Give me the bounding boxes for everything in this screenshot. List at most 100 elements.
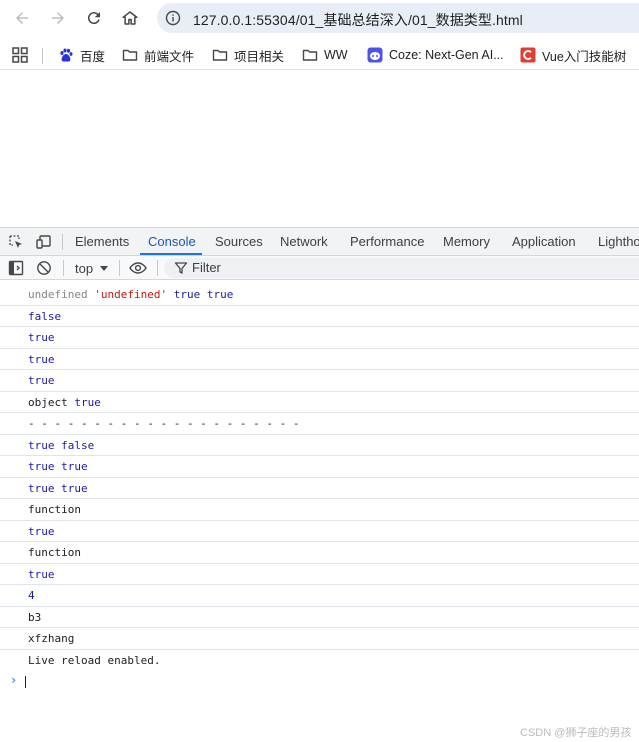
console-value: - - - - - - - - - - - - - - - - - - - - … bbox=[28, 417, 300, 430]
console-input-caret[interactable] bbox=[25, 676, 26, 688]
bookmark-label: 前端文件 bbox=[144, 49, 195, 64]
console-message-row: true bbox=[0, 564, 639, 585]
bookmark-label: WW bbox=[324, 48, 348, 62]
console-message-row: true false bbox=[0, 435, 639, 456]
tab-memory[interactable]: Memory bbox=[443, 234, 490, 249]
console-value: function bbox=[28, 503, 81, 516]
tab-lighthouse[interactable]: Lighthouse bbox=[598, 234, 639, 249]
tab-application[interactable]: Application bbox=[512, 234, 576, 249]
folder-icon bbox=[302, 49, 318, 61]
forward-button[interactable] bbox=[46, 6, 70, 30]
devtools-panel: Elements Console Sources Network Perform… bbox=[0, 227, 639, 742]
console-value: true bbox=[28, 567, 55, 581]
console-message-row: true true bbox=[0, 478, 639, 499]
console-message-row: Live reload enabled. bbox=[0, 650, 639, 672]
browser-toolbar: 127.0.0.1:55304/01_基础总结深入/01_数据类型.html bbox=[0, 0, 639, 36]
filter-input[interactable]: Filter bbox=[164, 258, 639, 278]
console-value: false bbox=[28, 309, 62, 323]
arrow-left-icon bbox=[16, 12, 28, 24]
console-value: undefined bbox=[28, 288, 88, 301]
console-message-row: function bbox=[0, 542, 639, 564]
filter-placeholder: Filter bbox=[192, 260, 221, 275]
tab-network[interactable]: Network bbox=[280, 234, 328, 249]
toolbar-separator bbox=[119, 260, 120, 276]
back-button[interactable] bbox=[10, 6, 34, 30]
device-toolbar-icon[interactable] bbox=[36, 234, 52, 250]
url-text: 127.0.0.1:55304/01_基础总结深入/01_数据类型.html bbox=[193, 12, 523, 28]
console-value: true true bbox=[167, 288, 234, 301]
reload-button[interactable] bbox=[82, 6, 106, 30]
console-toolbar: top Filter bbox=[0, 256, 639, 280]
bookmark-label: Coze: Next-Gen AI... bbox=[389, 48, 504, 62]
console-value: function bbox=[28, 546, 81, 559]
console-value: true bbox=[28, 352, 55, 366]
console-message-row: true bbox=[0, 327, 639, 349]
console-message-row: object true bbox=[0, 392, 639, 413]
console-value: Live reload enabled. bbox=[28, 653, 161, 667]
toolbar-separator bbox=[63, 260, 64, 276]
site-info-icon[interactable] bbox=[165, 10, 181, 26]
reload-icon bbox=[87, 12, 100, 25]
tab-separator bbox=[62, 234, 63, 250]
console-value: xfzhang bbox=[28, 632, 75, 645]
bookmark-folder-frontend[interactable]: 前端文件 bbox=[122, 46, 194, 64]
clear-console-icon[interactable] bbox=[36, 260, 52, 276]
bookmark-label: Vue入门技能树 bbox=[542, 49, 627, 64]
console-message-row: true bbox=[0, 349, 639, 370]
console-value: b3 bbox=[28, 610, 42, 624]
dropdown-arrow-icon bbox=[100, 266, 109, 271]
arrow-right-icon bbox=[52, 12, 64, 24]
bookmark-baidu[interactable]: 百度 bbox=[58, 46, 105, 64]
context-label: top bbox=[75, 260, 94, 276]
baidu-paw-icon bbox=[60, 48, 73, 62]
bookmark-label: 百度 bbox=[80, 49, 106, 64]
bookmark-coze[interactable]: Coze: Next-Gen AI... bbox=[367, 46, 504, 64]
apps-grid-icon bbox=[12, 47, 28, 63]
console-message-row: undefined 'undefined' true true bbox=[0, 284, 639, 306]
folder-icon bbox=[212, 49, 228, 61]
home-button[interactable] bbox=[118, 6, 142, 30]
bookmark-label: 项目相关 bbox=[234, 49, 285, 64]
bookmarks-separator bbox=[42, 48, 43, 64]
console-value: true false bbox=[28, 438, 95, 452]
console-message-row: 4 bbox=[0, 585, 639, 607]
console-message-row: true true bbox=[0, 456, 639, 478]
console-message-row: true bbox=[0, 370, 639, 392]
console-value: true bbox=[28, 374, 55, 387]
folder-icon bbox=[122, 49, 138, 61]
bookmark-folder-ww[interactable]: WW bbox=[302, 46, 348, 64]
inspect-element-icon[interactable] bbox=[8, 234, 24, 250]
address-bar[interactable]: 127.0.0.1:55304/01_基础总结深入/01_数据类型.html bbox=[157, 3, 639, 33]
console-prompt-chevron-icon: › bbox=[10, 673, 18, 687]
live-expression-eye-icon[interactable] bbox=[129, 260, 147, 276]
console-value: 'undefined' bbox=[94, 288, 168, 301]
console-value: true bbox=[28, 331, 55, 344]
console-output: undefined 'undefined' true true false true… bbox=[0, 284, 639, 671]
tab-console[interactable]: Console bbox=[148, 234, 196, 249]
console-message-row: - - - - - - - - - - - - - - - - - - - - … bbox=[0, 413, 639, 435]
home-icon bbox=[122, 11, 138, 25]
console-message-row: function bbox=[0, 499, 639, 521]
apps-button[interactable] bbox=[12, 46, 28, 64]
devtools-tab-bar: Elements Console Sources Network Perform… bbox=[0, 228, 639, 256]
bookmark-folder-project[interactable]: 项目相关 bbox=[212, 46, 284, 64]
console-value: true true bbox=[28, 460, 88, 473]
bookmark-vue[interactable]: Vue入门技能树 bbox=[520, 46, 626, 64]
console-message-row: xfzhang bbox=[0, 628, 639, 650]
tab-performance[interactable]: Performance bbox=[350, 234, 424, 249]
console-value: 4 bbox=[28, 589, 35, 602]
console-message-row: false bbox=[0, 306, 639, 327]
coze-icon bbox=[367, 47, 383, 63]
console-value: true true bbox=[28, 481, 88, 495]
console-message-row: b3 bbox=[0, 607, 639, 628]
sidebar-toggle-icon[interactable] bbox=[8, 260, 24, 276]
console-value: object bbox=[28, 395, 68, 409]
context-selector[interactable]: top bbox=[75, 259, 109, 277]
toolbar-separator bbox=[157, 260, 158, 276]
tab-sources[interactable]: Sources bbox=[215, 234, 263, 249]
console-message-row: true bbox=[0, 521, 639, 542]
console-value: true bbox=[67, 395, 101, 409]
active-tab-indicator bbox=[140, 253, 202, 255]
tab-elements[interactable]: Elements bbox=[75, 234, 129, 249]
console-value: true bbox=[28, 524, 55, 538]
